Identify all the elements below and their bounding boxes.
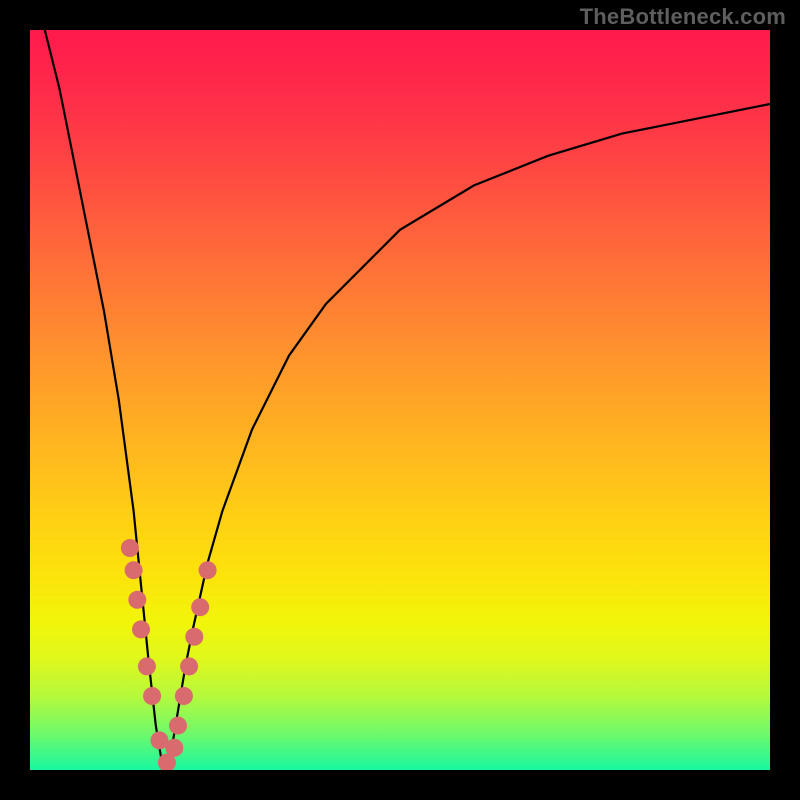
marker-dot	[132, 620, 150, 638]
marker-dot	[121, 539, 139, 557]
marker-dot	[165, 739, 183, 757]
watermark-text: TheBottleneck.com	[580, 4, 786, 30]
plot-area	[30, 30, 770, 770]
marker-dots	[121, 539, 217, 770]
marker-dot	[180, 657, 198, 675]
marker-dot	[169, 717, 187, 735]
marker-dot	[185, 628, 203, 646]
marker-dot	[128, 591, 146, 609]
bottleneck-curve	[45, 30, 770, 770]
marker-dot	[191, 598, 209, 616]
marker-dot	[138, 657, 156, 675]
chart-svg	[30, 30, 770, 770]
marker-dot	[125, 561, 143, 579]
chart-frame: TheBottleneck.com	[0, 0, 800, 800]
marker-dot	[143, 687, 161, 705]
marker-dot	[175, 687, 193, 705]
marker-dot	[199, 561, 217, 579]
